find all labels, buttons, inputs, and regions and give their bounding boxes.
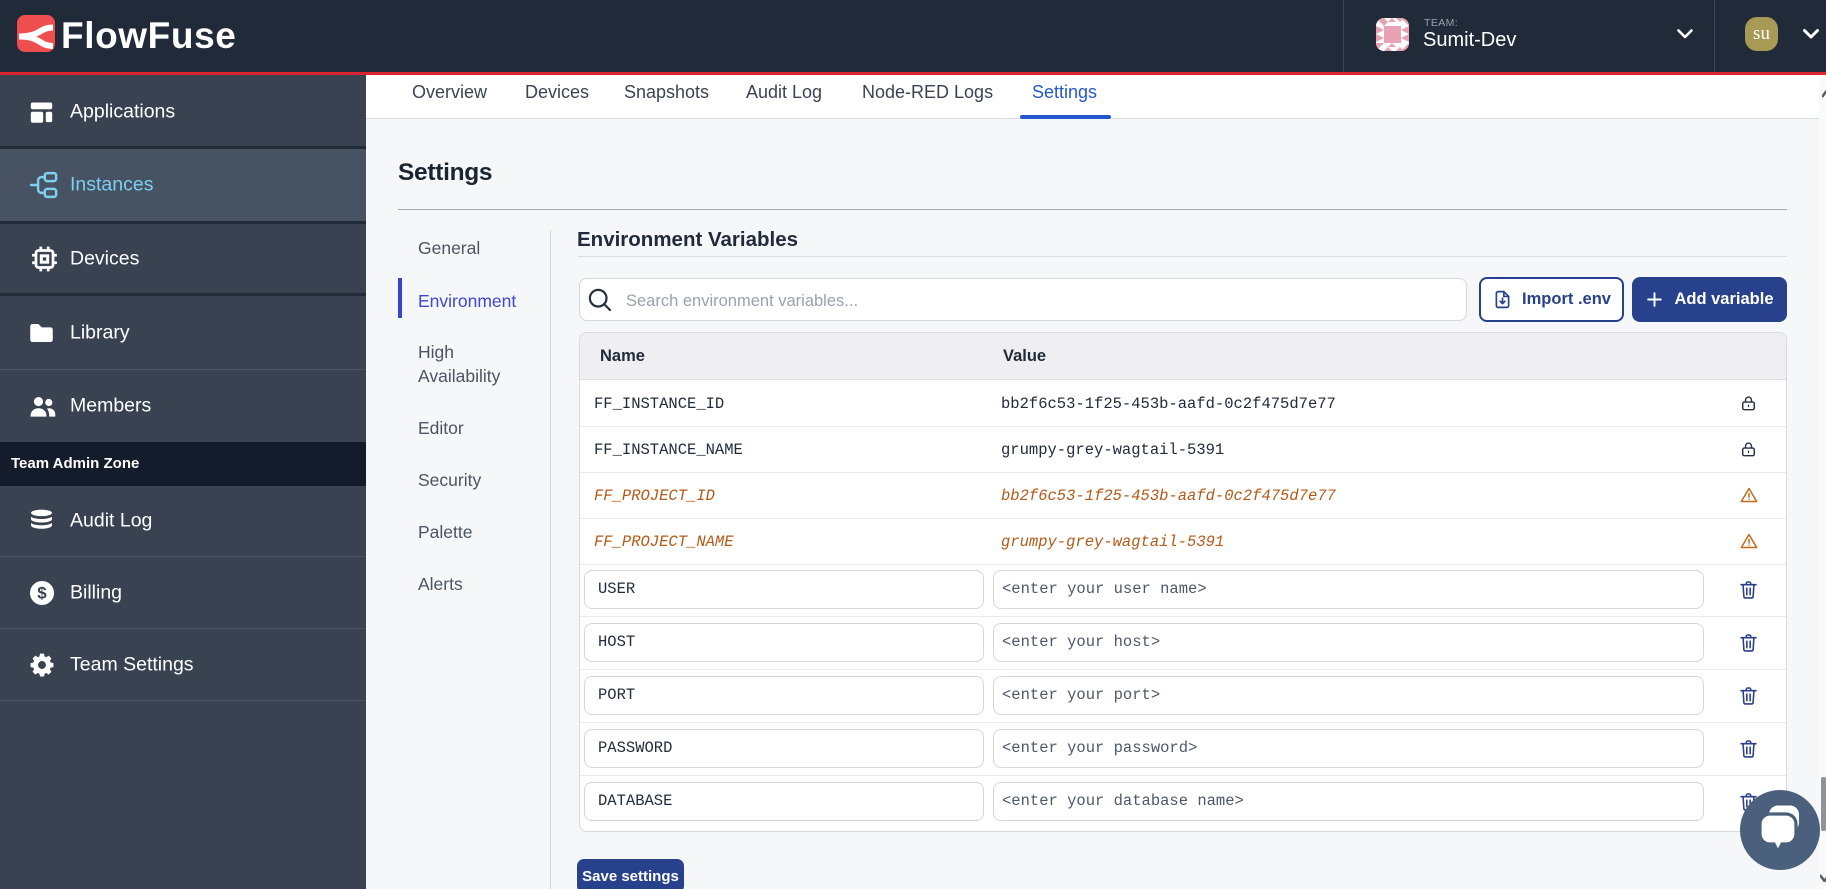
svg-text:$: $ bbox=[37, 583, 47, 602]
